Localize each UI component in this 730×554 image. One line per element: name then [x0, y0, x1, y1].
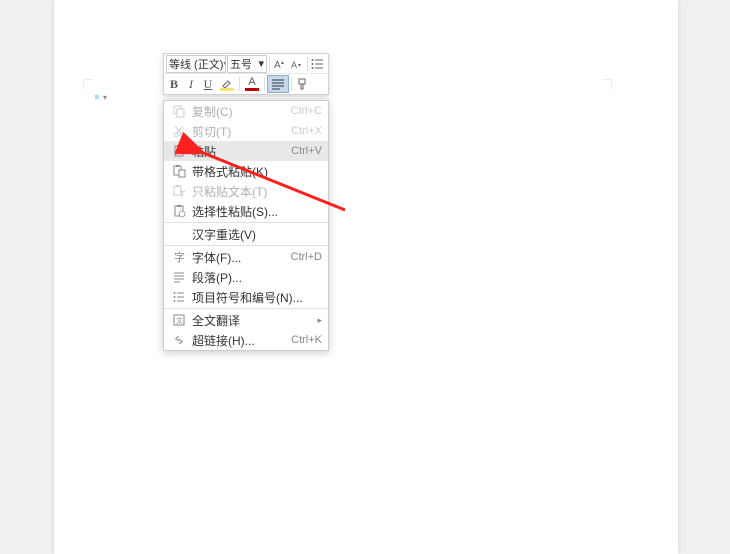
- menu-item-paste-text: T 只粘贴文本(T): [164, 181, 328, 201]
- menu-shortcut: Ctrl+C: [291, 105, 322, 117]
- link-icon: [170, 332, 188, 348]
- menu-item-copy: 复制(C)Ctrl+C: [164, 101, 328, 121]
- italic-button[interactable]: I: [183, 75, 199, 93]
- bold-button[interactable]: B: [166, 75, 182, 93]
- mini-toolbar: 等线 (正文) ▾ 五号 ▾ A▴ A▾ B I U: [163, 53, 329, 95]
- paste-text-icon: T: [170, 183, 188, 199]
- menu-separator: [164, 245, 328, 246]
- menu-label: 带格式粘贴(K): [192, 163, 322, 180]
- align-button[interactable]: [267, 75, 289, 93]
- chevron-down-icon: ▾: [223, 59, 226, 68]
- cut-icon: [170, 123, 188, 139]
- shrink-font-button[interactable]: A▾: [289, 55, 305, 73]
- svg-text:A: A: [274, 60, 281, 70]
- paste-format-icon: [170, 163, 188, 179]
- svg-text:字: 字: [174, 250, 185, 264]
- copy-icon: [170, 103, 188, 119]
- menu-label: 只粘贴文本(T): [192, 183, 322, 200]
- font-color-swatch: [245, 88, 259, 91]
- menu-label: 超链接(H)...: [192, 332, 291, 349]
- menu-item-paste-format[interactable]: 带格式粘贴(K): [164, 161, 328, 181]
- menu-separator: [164, 308, 328, 309]
- separator: [307, 57, 308, 71]
- document-icon[interactable]: ▾: [95, 90, 107, 104]
- menu-item-paste-special[interactable]: 选择性粘贴(S)...: [164, 201, 328, 221]
- list-button[interactable]: [310, 55, 326, 73]
- font-name-select[interactable]: 等线 (正文) ▾: [166, 55, 226, 73]
- document-page: [54, 0, 678, 554]
- svg-text:A: A: [291, 60, 297, 70]
- translate-icon: 文: [170, 312, 188, 328]
- margin-mark-tl: [83, 78, 93, 92]
- menu-label: 全文翻译: [192, 312, 317, 329]
- menu-label: 项目符号和编号(N)...: [192, 289, 322, 306]
- menu-shortcut: Ctrl+D: [291, 251, 322, 263]
- separator: [239, 77, 240, 91]
- paragraph-icon: [170, 269, 188, 285]
- highlight-color-swatch: [220, 88, 234, 91]
- menu-label: 复制(C): [192, 103, 291, 120]
- menu-label: 剪切(T): [192, 123, 291, 140]
- underline-button[interactable]: U: [200, 75, 216, 93]
- menu-label: 汉字重选(V): [192, 226, 322, 243]
- menu-item-paste[interactable]: 粘贴Ctrl+V: [164, 141, 328, 161]
- context-menu: 复制(C)Ctrl+C剪切(T)Ctrl+X粘贴Ctrl+V带格式粘贴(K)T只…: [163, 100, 329, 351]
- paste-special-icon: [170, 203, 188, 219]
- svg-text:T: T: [180, 190, 185, 198]
- highlight-button[interactable]: [217, 75, 237, 93]
- menu-item-bullets[interactable]: 项目符号和编号(N)...: [164, 287, 328, 307]
- menu-item-cut: 剪切(T)Ctrl+X: [164, 121, 328, 141]
- format-painter-button[interactable]: [294, 75, 310, 93]
- separator: [264, 77, 265, 91]
- submenu-arrow-icon: ▸: [317, 315, 322, 326]
- menu-item-item-7[interactable]: 汉字重选(V): [164, 224, 328, 244]
- menu-label: 选择性粘贴(S)...: [192, 203, 322, 220]
- menu-shortcut: Ctrl+V: [291, 145, 322, 157]
- paste-icon: [170, 143, 188, 159]
- grow-font-button[interactable]: A▴: [272, 55, 288, 73]
- menu-separator: [164, 222, 328, 223]
- menu-label: 段落(P)...: [192, 269, 322, 286]
- margin-mark-tr: [602, 78, 612, 92]
- chevron-down-icon: ▾: [258, 57, 264, 70]
- svg-text:▾: ▾: [298, 63, 301, 69]
- svg-text:▴: ▴: [281, 60, 284, 66]
- font-color-button[interactable]: A: [242, 75, 262, 93]
- dropdown-arrow-icon: ▾: [103, 93, 107, 102]
- menu-item-link[interactable]: 超链接(H)...Ctrl+K: [164, 330, 328, 350]
- svg-text:文: 文: [176, 316, 183, 325]
- blank-icon: [170, 226, 188, 242]
- menu-shortcut: Ctrl+K: [291, 334, 322, 346]
- separator: [269, 57, 270, 71]
- separator: [291, 77, 292, 91]
- menu-item-paragraph[interactable]: 段落(P)...: [164, 267, 328, 287]
- menu-label: 字体(F)...: [192, 249, 291, 266]
- font-size-select[interactable]: 五号 ▾: [227, 55, 267, 73]
- menu-item-font[interactable]: 字字体(F)...Ctrl+D: [164, 247, 328, 267]
- font-icon: 字: [170, 249, 188, 265]
- font-name-value: 等线 (正文): [169, 56, 223, 72]
- menu-shortcut: Ctrl+X: [291, 125, 322, 137]
- font-size-value: 五号: [230, 56, 252, 72]
- bullets-icon: [170, 289, 188, 305]
- menu-item-translate[interactable]: 文全文翻译▸: [164, 310, 328, 330]
- menu-label: 粘贴: [192, 143, 291, 160]
